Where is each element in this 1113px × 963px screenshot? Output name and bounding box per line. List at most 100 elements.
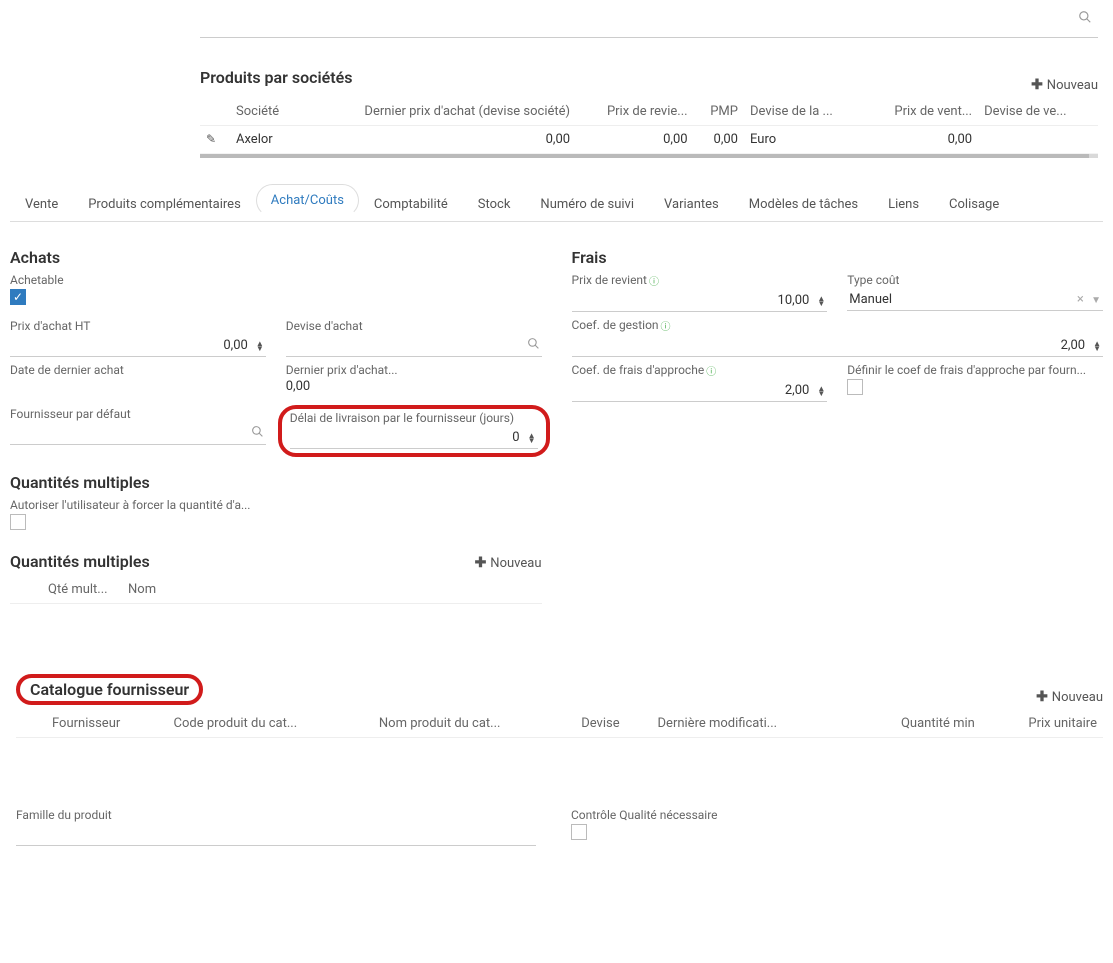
tab-achat-couts[interactable]: Achat/Coûts: [256, 184, 359, 217]
tab-stock[interactable]: Stock: [463, 188, 526, 221]
col-pmp[interactable]: PMP: [694, 98, 744, 126]
tab-comptabilite[interactable]: Comptabilité: [359, 188, 463, 221]
tab-colisage[interactable]: Colisage: [934, 188, 1014, 221]
spinner-icon[interactable]: ▲▼: [817, 386, 825, 396]
spinner-icon[interactable]: ▲▼: [817, 296, 825, 306]
col-prix-revie[interactable]: Prix de revie...: [576, 98, 694, 126]
qty-add-new[interactable]: ✚ Nouveau: [475, 555, 542, 571]
col-quantite-min[interactable]: Quantité min: [851, 710, 981, 738]
tab-variantes[interactable]: Variantes: [649, 188, 734, 221]
catalogue-table: Fournisseur Code produit du cat... Nom p…: [16, 710, 1103, 738]
col-devise-ve[interactable]: Devise de ve...: [978, 98, 1098, 126]
table-row[interactable]: ✎ Axelor 0,00 0,00 0,00 Euro 0,00: [200, 126, 1098, 154]
tab-liens[interactable]: Liens: [873, 188, 934, 221]
fournisseur-defaut-label: Fournisseur par défaut: [10, 407, 266, 421]
quantites-multiples-title: Quantités multiples: [10, 473, 542, 492]
col-derniere-modif[interactable]: Dernière modificati...: [652, 710, 851, 738]
col-nom[interactable]: Nom: [120, 576, 542, 604]
coef-frais-approche-value: 2,00: [785, 383, 809, 398]
prix-revient-input[interactable]: 10,00 ▲▼: [572, 290, 828, 312]
tab-modeles-taches[interactable]: Modèles de tâches: [734, 188, 873, 221]
frais-title: Frais: [572, 248, 1104, 267]
autoriser-label: Autoriser l'utilisateur à forcer la quan…: [10, 498, 542, 512]
cell-prix-vent: 0,00: [864, 126, 978, 154]
catalogue-add-label: Nouveau: [1052, 690, 1103, 705]
col-prix-vent[interactable]: Prix de vent...: [864, 98, 978, 126]
controle-qualite-label: Contrôle Qualité nécessaire: [571, 808, 1103, 822]
dernier-prix-achat-label: Dernier prix d'achat...: [286, 363, 542, 377]
type-cout-select[interactable]: Manuel × ▼: [847, 289, 1103, 311]
date-dernier-achat-label: Date de dernier achat: [10, 363, 266, 377]
plus-icon: ✚: [475, 555, 487, 571]
coef-frais-approche-label: Coef. de frais d'approcheⓘ: [572, 363, 828, 378]
coef-gestion-input[interactable]: 2,00 ▲▼: [572, 335, 1104, 357]
type-cout-label: Type coût: [847, 273, 1103, 287]
dernier-prix-achat-value: 0,00: [286, 379, 542, 394]
tab-bar: Vente Produits complémentaires Achat/Coû…: [10, 188, 1103, 222]
tab-produits-comp[interactable]: Produits complémentaires: [73, 188, 256, 221]
tab-vente[interactable]: Vente: [10, 188, 73, 221]
achetable-checkbox[interactable]: ✓: [10, 289, 26, 305]
cell-societe: Axelor: [230, 126, 300, 154]
col-nom-produit[interactable]: Nom produit du cat...: [373, 710, 575, 738]
produits-societe-add[interactable]: ✚ Nouveau: [1031, 77, 1098, 93]
info-icon[interactable]: ⓘ: [706, 367, 716, 378]
achetable-label: Achetable: [10, 273, 542, 287]
devise-achat-input[interactable]: [286, 335, 542, 357]
fournisseur-defaut-input[interactable]: [10, 423, 266, 445]
info-icon[interactable]: ⓘ: [661, 322, 671, 333]
catalogue-add[interactable]: ✚ Nouveau: [1036, 689, 1103, 705]
definir-coef-label: Définir le coef de frais d'approche par …: [847, 363, 1103, 377]
controle-qualite-checkbox[interactable]: [571, 824, 587, 840]
clear-icon[interactable]: ×: [1077, 292, 1084, 307]
delai-livraison-input[interactable]: 0 ▲▼: [290, 427, 538, 449]
devise-achat-label: Devise d'achat: [286, 319, 542, 333]
definir-coef-checkbox[interactable]: [847, 379, 863, 395]
cell-pmp: 0,00: [694, 126, 744, 154]
tab-numero-suivi[interactable]: Numéro de suivi: [525, 188, 649, 221]
col-prix-unitaire[interactable]: Prix unitaire: [981, 710, 1103, 738]
plus-icon: ✚: [1036, 689, 1048, 705]
search-icon[interactable]: [251, 425, 264, 442]
produits-societe-table: Société Dernier prix d'achat (devise soc…: [200, 98, 1098, 154]
plus-icon: ✚: [1031, 77, 1043, 93]
cell-devise-la: Euro: [744, 126, 864, 154]
qty-table: Qté mult... Nom: [10, 576, 542, 604]
famille-produit-input[interactable]: [16, 824, 536, 846]
prix-achat-ht-value: 0,00: [223, 338, 247, 353]
qty-add-label: Nouveau: [490, 556, 541, 571]
produits-societe-title: Produits par sociétés: [200, 68, 352, 87]
prix-revient-value: 10,00: [778, 293, 810, 308]
chevron-down-icon[interactable]: ▼: [1091, 295, 1101, 306]
achats-title: Achats: [10, 248, 542, 267]
autoriser-checkbox[interactable]: [10, 514, 26, 530]
famille-produit-label: Famille du produit: [16, 808, 536, 822]
cell-devise-ve: [978, 126, 1098, 154]
col-code-produit[interactable]: Code produit du cat...: [168, 710, 373, 738]
cell-dernier-prix: 0,00: [300, 126, 576, 154]
spinner-icon[interactable]: ▲▼: [1093, 341, 1101, 351]
prix-achat-ht-input[interactable]: 0,00 ▲▼: [10, 335, 266, 357]
table-header-row: Société Dernier prix d'achat (devise soc…: [200, 98, 1098, 126]
col-societe[interactable]: Société: [230, 98, 300, 126]
col-devise-la[interactable]: Devise de la ...: [744, 98, 864, 126]
delai-livraison-value: 0: [512, 430, 519, 445]
coef-frais-approche-input[interactable]: 2,00 ▲▼: [572, 380, 828, 402]
edit-icon[interactable]: ✎: [206, 132, 216, 146]
search-icon[interactable]: [527, 337, 540, 354]
qty-table-title: Quantités multiples: [10, 552, 150, 571]
catalogue-fournisseur-title: Catalogue fournisseur: [30, 680, 189, 699]
search-icon[interactable]: [1078, 12, 1098, 28]
spinner-icon[interactable]: ▲▼: [256, 341, 264, 351]
info-icon[interactable]: ⓘ: [649, 277, 659, 288]
spinner-icon[interactable]: ▲▼: [528, 433, 536, 443]
horizontal-scrollbar[interactable]: [200, 154, 1098, 158]
cell-prix-revie: 0,00: [576, 126, 694, 154]
col-devise[interactable]: Devise: [575, 710, 651, 738]
col-qte-mult[interactable]: Qté mult...: [40, 576, 120, 604]
type-cout-value: Manuel: [849, 292, 892, 307]
col-fournisseur[interactable]: Fournisseur: [46, 710, 168, 738]
produits-societe-add-label: Nouveau: [1047, 78, 1098, 93]
delai-livraison-label: Délai de livraison par le fournisseur (j…: [290, 411, 538, 425]
col-dernier-prix[interactable]: Dernier prix d'achat (devise société): [300, 98, 576, 126]
